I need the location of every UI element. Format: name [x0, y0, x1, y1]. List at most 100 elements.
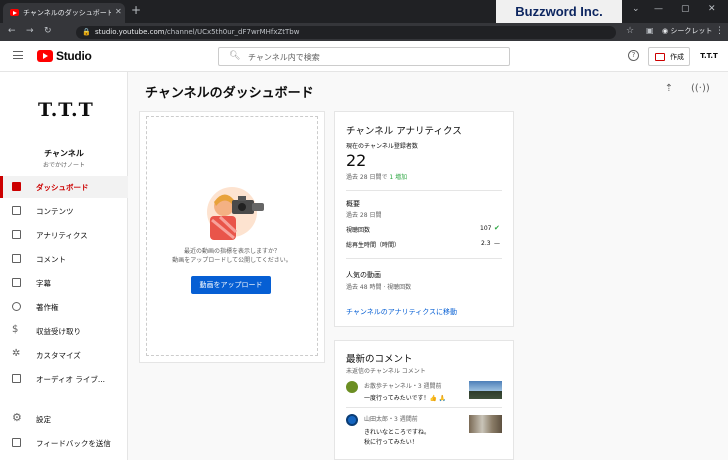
minimize-icon[interactable]: — — [654, 4, 663, 14]
subscriber-count: 22 — [346, 151, 367, 170]
analytics-link[interactable]: チャンネルのアナリティクスに移動 — [346, 307, 457, 317]
dashboard-icon — [12, 182, 21, 191]
maximize-icon[interactable]: ▢ — [681, 4, 690, 14]
forward-icon[interactable]: → — [26, 26, 34, 36]
sidebar-item-analytics[interactable]: アナリティクス — [0, 224, 128, 246]
watch-time-trend: — — [494, 240, 500, 247]
comments-subtitle: 未返信のチャンネル コメント — [346, 368, 426, 375]
video-content-icon — [12, 206, 21, 215]
feedback-icon — [12, 438, 21, 447]
bookmark-star-icon[interactable]: ☆ — [626, 26, 634, 36]
channel-avatar[interactable]: T.T.T — [38, 99, 93, 121]
tab-search-icon[interactable]: ⌄ — [632, 4, 640, 14]
tab-title: チャンネルのダッシュボード - YouTube Studio — [23, 9, 111, 17]
gear-icon: ⚙ — [12, 411, 22, 424]
photographer-illustration-icon — [207, 187, 264, 240]
copyright-icon — [12, 302, 21, 311]
views-label: 視聴回数 — [346, 227, 371, 234]
video-thumbnail[interactable] — [469, 381, 502, 399]
channel-label: チャンネル — [44, 149, 84, 158]
live-stream-icon[interactable]: ((·)) — [691, 83, 710, 97]
sidebar: T.T.T チャンネル おでかけノート ダッシュボード コンテンツ アナリティク… — [0, 72, 128, 460]
create-label: 作成 — [670, 53, 684, 61]
summary-period: 過去 28 日間 — [346, 212, 382, 219]
subscriber-change-value: 1 増加 — [389, 174, 408, 181]
analytics-title: チャンネル アナリティクス — [346, 126, 462, 137]
analytics-icon — [12, 230, 21, 239]
check-circle-icon: ✔ — [494, 224, 500, 232]
sidebar-item-copyright[interactable]: 著作権 — [0, 296, 128, 318]
youtube-logo-icon[interactable] — [37, 50, 53, 62]
upload-video-button[interactable]: 動画をアップロード — [191, 276, 271, 294]
sidebar-item-label: 字幕 — [36, 279, 51, 288]
back-icon[interactable]: ← — [8, 26, 16, 36]
sidebar-item-dashboard[interactable]: ダッシュボード — [0, 176, 128, 198]
commenter-avatar[interactable] — [346, 381, 358, 393]
sidebar-item-content[interactable]: コンテンツ — [0, 200, 128, 222]
url-field[interactable]: 🔒 studio.youtube.com/channel/UCx5th0ur_d… — [76, 26, 616, 39]
sidebar-item-audio-library[interactable]: オーディオ ライブ... — [0, 368, 128, 390]
url-path: /channel/UCx5th0ur_dF7wrMHfxZtTbw — [164, 28, 300, 36]
create-button[interactable]: 作成 — [648, 47, 690, 66]
sidebar-item-label: 著作権 — [36, 303, 59, 312]
address-bar-row: ← → ↻ 🔒 studio.youtube.com/channel/UCx5t… — [0, 23, 728, 41]
studio-logo-text[interactable]: Studio — [56, 49, 92, 63]
video-thumbnail[interactable] — [469, 415, 502, 433]
subscriber-change-prefix: 過去 28 日間で — [346, 174, 388, 181]
help-icon[interactable]: ? — [628, 50, 639, 61]
search-icon: 🔍︎ — [229, 51, 241, 61]
browser-menu-icon[interactable]: ⋮ — [715, 26, 724, 36]
sidebar-item-label: 収益受け取り — [36, 327, 81, 336]
channel-name: おでかけノート — [42, 162, 85, 169]
comment-icon — [12, 254, 21, 263]
incognito-label: シークレット — [670, 27, 713, 35]
audio-library-icon — [12, 374, 21, 383]
subscriber-change: 過去 28 日間で 1 増加 — [346, 172, 407, 181]
watch-time-value: 2.3 — [481, 240, 491, 247]
sidebar-item-feedback[interactable]: フィードバックを送信 — [0, 432, 128, 454]
window-close-icon[interactable]: ✕ — [708, 4, 716, 14]
sidebar-item-label: オーディオ ライブ... — [36, 375, 106, 384]
sidebar-item-customization[interactable]: ✲ カスタマイズ — [0, 344, 128, 366]
new-tab-button[interactable]: + — [131, 3, 141, 17]
sidebar-item-label: 設定 — [36, 415, 51, 424]
upload-prompt: 最近の動画の指標を表示しますか？ 動画をアップロードして公開してください。 — [146, 247, 318, 265]
sidebar-item-label: ダッシュボード — [36, 183, 89, 192]
reload-icon[interactable]: ↻ — [44, 26, 52, 36]
commenter-avatar[interactable] — [346, 414, 358, 426]
sidebar-item-comments[interactable]: コメント — [0, 248, 128, 270]
top-videos-period: 過去 48 時間 · 視聴回数 — [346, 284, 412, 291]
tab-close-icon[interactable]: ✕ — [115, 7, 122, 16]
account-avatar[interactable]: T.T.T — [696, 49, 722, 63]
watch-time-label: 総再生時間（時間） — [346, 242, 401, 249]
upload-icon[interactable]: ⇡ — [662, 83, 676, 97]
hamburger-menu-icon[interactable] — [13, 51, 23, 59]
subscriber-label: 現在のチャンネル登録者数 — [346, 143, 418, 150]
upload-prompt-line2: 動画をアップロードして公開してください。 — [172, 257, 292, 264]
sidebar-item-subtitles[interactable]: 字幕 — [0, 272, 128, 294]
browser-tab-bar: チャンネルのダッシュボード - YouTube Studio ✕ + Buzzw… — [0, 0, 728, 23]
side-panel-icon[interactable]: ▣ — [646, 26, 654, 35]
brand-watermark: Buzzword Inc. — [496, 0, 622, 23]
sidebar-item-label: コンテンツ — [36, 207, 74, 216]
comment-text-line2: 秋に行ってみたい！ — [364, 439, 418, 446]
comment-text: 一度行ってみたいです！👍 🙏 — [364, 395, 447, 402]
comment-text: きれいなところですね。 — [364, 429, 431, 436]
sidebar-item-label: アナリティクス — [36, 231, 88, 240]
comment-author-time: 山田太郎・3 週間前 — [364, 416, 418, 423]
summary-title: 概要 — [346, 200, 360, 208]
divider — [346, 190, 502, 191]
incognito-indicator[interactable]: ◉ シークレット — [662, 26, 712, 36]
search-input[interactable]: 🔍︎ チャンネル内で検索 — [218, 47, 510, 66]
sidebar-item-earn[interactable]: $ 収益受け取り — [0, 320, 128, 342]
comment-author-time: お散歩チャンネル・3 週間前 — [364, 383, 442, 390]
dollar-icon: $ — [12, 324, 19, 335]
upload-prompt-line1: 最近の動画の指標を表示しますか？ — [183, 248, 280, 255]
browser-tab[interactable]: チャンネルのダッシュボード - YouTube Studio ✕ — [3, 3, 125, 23]
url-host: studio.youtube.com — [95, 28, 165, 36]
divider — [346, 407, 502, 408]
sidebar-item-label: フィードバックを送信 — [36, 439, 111, 448]
lock-icon: 🔒 — [82, 28, 91, 36]
sidebar-item-settings[interactable]: ⚙ 設定 — [0, 408, 128, 430]
page-title: チャンネルのダッシュボード — [145, 86, 314, 101]
